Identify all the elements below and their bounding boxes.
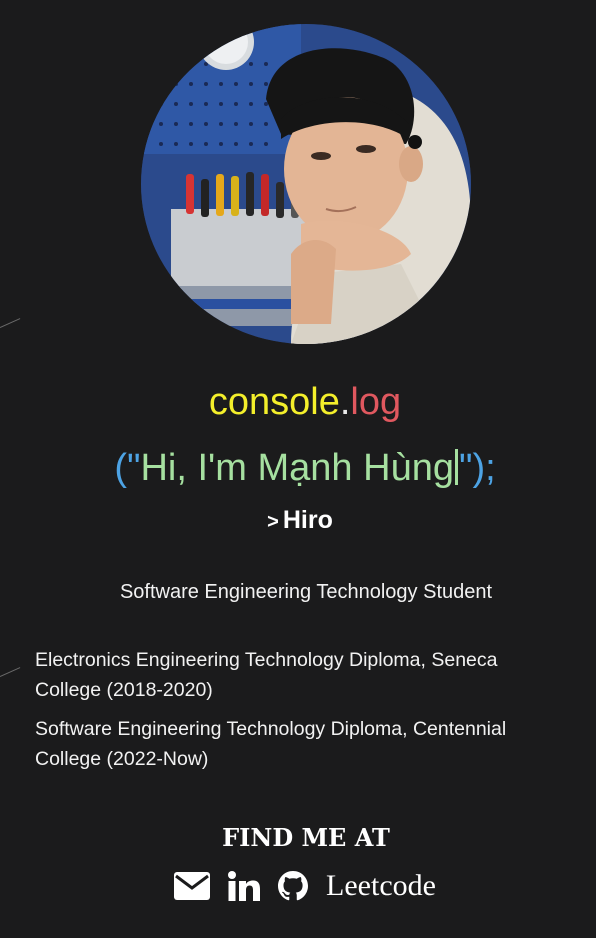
nickname-text: Hiro [282,506,333,534]
education-item: Software Engineering Technology Diploma,… [35,718,507,770]
nickname: > Hiro [0,505,596,537]
linkedin-link[interactable] [228,871,261,901]
social-links: Leetcode [0,866,596,906]
profile-photo-image [141,24,471,344]
console-method-text: log [350,381,402,423]
open-paren-text: (" [114,447,141,489]
find-me-title: FIND ME AT [222,823,390,852]
github-icon [278,871,309,901]
profile-photo [141,24,471,344]
decorative-line [0,667,21,677]
education-item: Electronics Engineering Technology Diplo… [35,649,498,701]
linkedin-icon [228,871,261,901]
leetcode-label: Leetcode [326,869,436,902]
console-log-heading: console.log [0,378,596,426]
leetcode-link[interactable]: Leetcode [326,868,436,904]
email-link[interactable] [174,872,211,900]
prompt-arrow: > [267,511,279,533]
role-text: Software Engineering Technology Student [119,581,493,603]
greeting-heading: ("Hi, I'm Mạnh Hùng "); [0,443,596,493]
close-paren-text: "); [458,447,496,489]
console-object-text: console [208,381,340,423]
github-link[interactable] [278,871,309,901]
typing-caret [454,449,458,485]
envelope-icon [174,872,211,900]
console-dot-text: . [339,381,351,423]
decorative-line [0,318,21,328]
greeting-text: Hi, I'm Mạnh Hùng [140,447,454,489]
